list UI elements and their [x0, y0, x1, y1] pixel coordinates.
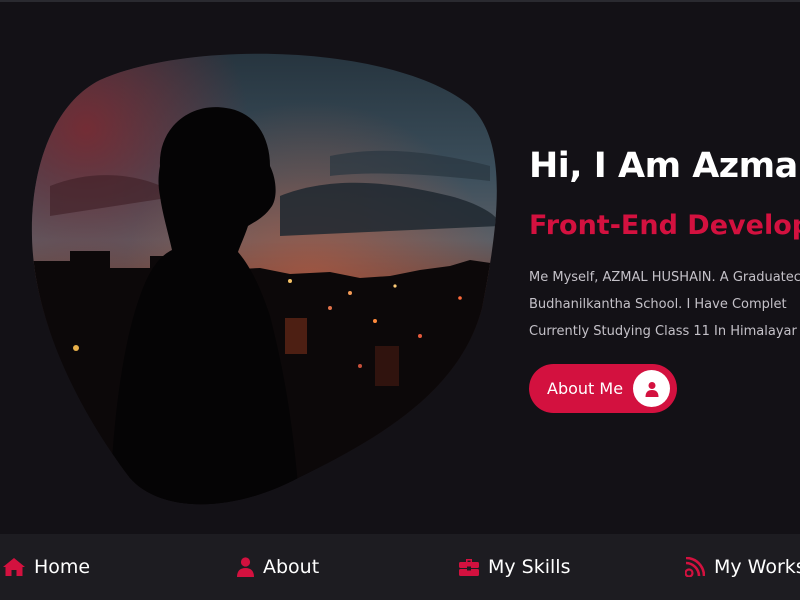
nav-item-works[interactable]: My Works [685, 534, 800, 600]
hero-greeting: Hi, I Am Azmal [529, 146, 800, 186]
hero-photo [30, 46, 498, 508]
hero-bio: Me Myself, AZMAL HUSHAIN. A Graduatec Bu… [529, 264, 800, 345]
hero-role: Front-End Develope [529, 210, 800, 241]
briefcase-icon [459, 558, 479, 576]
bio-line: Budhanilkantha School. I Have Complet [529, 297, 787, 312]
nav-item-skills-label: My Skills [488, 556, 571, 578]
portfolio-page: Hi, I Am Azmal Front-End Develope Me Mys… [0, 0, 800, 600]
nav-item-works-label: My Works [714, 556, 800, 578]
nav-item-home[interactable]: Home [3, 534, 90, 600]
blog-rss-icon [685, 557, 705, 577]
bottom-nav: Home About My Skills My Works [0, 534, 800, 600]
bio-line: Currently Studying Class 11 In Himalayar [529, 324, 797, 339]
user-icon [633, 370, 670, 407]
nav-item-about[interactable]: About [237, 534, 319, 600]
nav-item-skills[interactable]: My Skills [459, 534, 570, 600]
nav-item-about-label: About [263, 556, 320, 578]
top-divider [0, 0, 800, 2]
home-icon [3, 558, 25, 576]
about-me-button[interactable]: About Me [529, 364, 677, 413]
about-me-button-label: About Me [547, 379, 624, 398]
nav-item-home-label: Home [34, 556, 91, 578]
bio-line: Me Myself, AZMAL HUSHAIN. A Graduatec [529, 270, 800, 285]
user-icon [237, 557, 254, 577]
